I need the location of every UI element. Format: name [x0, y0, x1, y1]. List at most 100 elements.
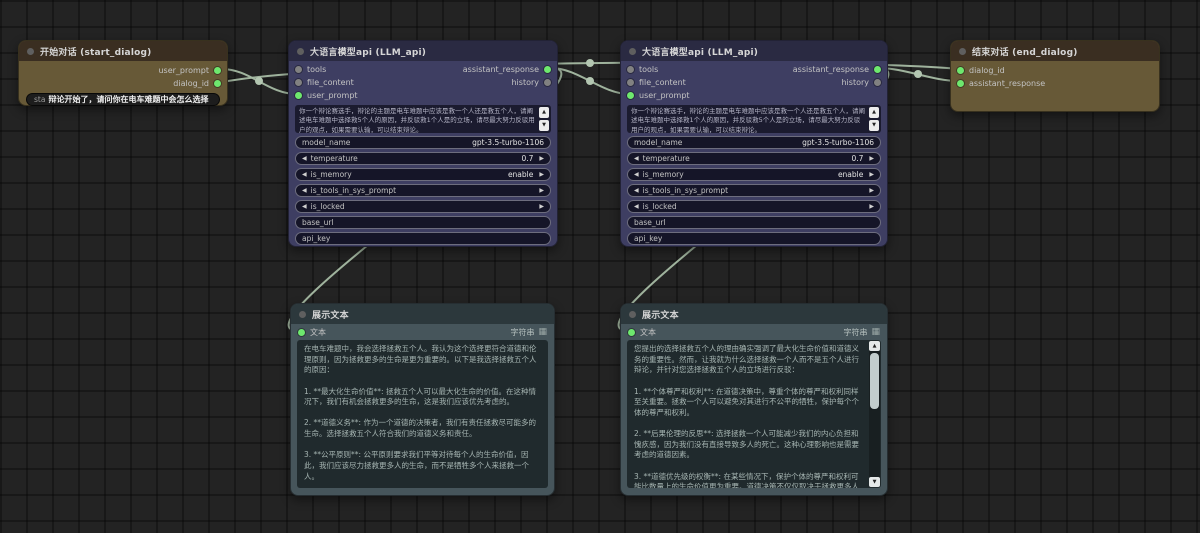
- scroll-down-icon[interactable]: ▼: [869, 120, 879, 131]
- slot-dot[interactable]: [627, 92, 634, 99]
- slot-dot[interactable]: [957, 80, 964, 87]
- slot-label: assistant_response: [969, 79, 1046, 88]
- link-midpoint-dot: [586, 77, 594, 85]
- increment-arrow-icon[interactable]: ▶: [869, 171, 874, 178]
- slot-dot[interactable]: [298, 328, 305, 336]
- input-slot-user-prompt[interactable]: user_prompt: [295, 89, 363, 102]
- collapse-dot-icon[interactable]: [27, 47, 34, 55]
- widget-temperature[interactable]: ◀ temperature 0.7 ▶: [295, 152, 551, 165]
- decrement-arrow-icon[interactable]: ◀: [302, 155, 307, 162]
- decrement-arrow-icon[interactable]: ◀: [634, 171, 639, 178]
- node-header[interactable]: 开始对话 (start_dialog): [19, 41, 227, 61]
- widget-base-url[interactable]: base_url: [295, 216, 551, 229]
- widget-model-name[interactable]: model_name gpt-3.5-turbo-1106: [627, 136, 881, 149]
- node-header[interactable]: 结束对话 (end_dialog): [951, 41, 1159, 61]
- output-slot-assistant-response[interactable]: assistant_response: [463, 63, 551, 76]
- widget-temperature[interactable]: ◀ temperature 0.7 ▶: [627, 152, 881, 165]
- scroll-down-icon[interactable]: ▼: [869, 477, 880, 487]
- decrement-arrow-icon[interactable]: ◀: [634, 187, 639, 194]
- increment-arrow-icon[interactable]: ▶: [869, 155, 874, 162]
- collapse-dot-icon[interactable]: [299, 310, 306, 318]
- output-slot-assistant-response[interactable]: assistant_response: [793, 63, 881, 76]
- output-slot-history[interactable]: history: [841, 76, 881, 89]
- system-prompt-textarea[interactable]: 你一个辩论赛选手，辩论的主题是电车难题中应该是救一个人还是救五个人，请阐述电车难…: [627, 105, 881, 133]
- input-slot-text[interactable]: 文本: [298, 326, 331, 339]
- slot-dot[interactable]: [627, 79, 634, 86]
- widget-is-memory[interactable]: ◀ is_memory enable ▶: [295, 168, 551, 181]
- widget-label: sta: [34, 95, 46, 104]
- increment-arrow-icon[interactable]: ▶: [869, 203, 874, 210]
- node-header[interactable]: 大语言模型api (LLM_api): [289, 41, 557, 61]
- decrement-arrow-icon[interactable]: ◀: [302, 171, 307, 178]
- collapse-dot-icon[interactable]: [629, 47, 636, 55]
- scrollbar-thumb[interactable]: [870, 353, 879, 409]
- slot-dot[interactable]: [295, 79, 302, 86]
- widget-value: 辩论开始了，请问你在电车难题中会怎么选择: [48, 95, 209, 104]
- widget-is-tools-in-sys-prompt[interactable]: ◀ is_tools_in_sys_prompt ▶: [627, 184, 881, 197]
- slot-dot[interactable]: [214, 67, 221, 74]
- widget-is-memory[interactable]: ◀ is_memory enable ▶: [627, 168, 881, 181]
- node-header[interactable]: 大语言模型api (LLM_api): [621, 41, 887, 61]
- node-header[interactable]: 展示文本: [621, 304, 887, 324]
- widget-model-name[interactable]: model_name gpt-3.5-turbo-1106: [295, 136, 551, 149]
- increment-arrow-icon[interactable]: ▶: [539, 187, 544, 194]
- slot-dot[interactable]: [874, 66, 881, 73]
- decrement-arrow-icon[interactable]: ◀: [634, 203, 639, 210]
- output-slot-history[interactable]: history: [511, 76, 551, 89]
- scroll-up-icon[interactable]: ▲: [869, 341, 880, 351]
- decrement-arrow-icon[interactable]: ◀: [634, 155, 639, 162]
- slot-dot[interactable]: [627, 66, 634, 73]
- input-slot-text[interactable]: 文本: [628, 326, 661, 339]
- node-display-text-2[interactable]: 展示文本 文本 字符串 ▦ 您提出的选择拯救五个人的理由确实强调了最大化生命价值…: [620, 303, 888, 496]
- increment-arrow-icon[interactable]: ▶: [539, 203, 544, 210]
- node-llm-api-1[interactable]: 大语言模型api (LLM_api) tools file_content us…: [288, 40, 558, 247]
- widget-api-key[interactable]: api_key: [295, 232, 551, 245]
- decrement-arrow-icon[interactable]: ◀: [302, 187, 307, 194]
- link-midpoint-dot: [255, 77, 263, 85]
- collapse-dot-icon[interactable]: [629, 310, 636, 318]
- node-display-text-1[interactable]: 展示文本 文本 字符串 ▦ 在电车难题中，我会选择拯救五个人。我认为这个选择更符…: [290, 303, 555, 496]
- scroll-up-icon[interactable]: ▲: [869, 107, 879, 118]
- node-header[interactable]: 展示文本: [291, 304, 554, 324]
- widget-is-tools-in-sys-prompt[interactable]: ◀ is_tools_in_sys_prompt ▶: [295, 184, 551, 197]
- node-start-dialog[interactable]: 开始对话 (start_dialog) user_prompt dialog_i…: [18, 40, 228, 106]
- display-text-panel[interactable]: 在电车难题中，我会选择拯救五个人。我认为这个选择更符合道德和伦理原则，因为拯救更…: [297, 340, 548, 488]
- collapse-dot-icon[interactable]: [297, 47, 304, 55]
- input-slot-tools[interactable]: tools: [627, 63, 695, 76]
- input-slot-file-content[interactable]: file_content: [627, 76, 695, 89]
- scroll-up-icon[interactable]: ▲: [539, 107, 549, 118]
- display-text-panel[interactable]: 您提出的选择拯救五个人的理由确实强调了最大化生命价值和道德义务的重要性。然而，让…: [627, 340, 881, 488]
- decrement-arrow-icon[interactable]: ◀: [302, 203, 307, 210]
- slot-dot[interactable]: [214, 80, 221, 87]
- increment-arrow-icon[interactable]: ▶: [869, 187, 874, 194]
- widget-base-url[interactable]: base_url: [627, 216, 881, 229]
- widget-is-locked[interactable]: ◀ is_locked ▶: [295, 200, 551, 213]
- node-llm-api-2[interactable]: 大语言模型api (LLM_api) tools file_content us…: [620, 40, 888, 247]
- widget-is-locked[interactable]: ◀ is_locked ▶: [627, 200, 881, 213]
- scroll-down-icon[interactable]: ▼: [539, 120, 549, 131]
- slot-dot[interactable]: [628, 328, 635, 336]
- slot-dot[interactable]: [544, 79, 551, 86]
- widget-api-key[interactable]: api_key: [627, 232, 881, 245]
- output-slot-dialog-id[interactable]: dialog_id: [173, 77, 221, 90]
- increment-arrow-icon[interactable]: ▶: [539, 171, 544, 178]
- scrollbar-track[interactable]: ▲ ▼: [869, 341, 880, 487]
- slot-dot[interactable]: [874, 79, 881, 86]
- input-slot-user-prompt[interactable]: user_prompt: [627, 89, 695, 102]
- node-graph-canvas[interactable]: 开始对话 (start_dialog) user_prompt dialog_i…: [0, 0, 1200, 533]
- slot-dot[interactable]: [295, 92, 302, 99]
- slot-dot[interactable]: [295, 66, 302, 73]
- slot-dot[interactable]: [957, 67, 964, 74]
- collapse-dot-icon[interactable]: [959, 47, 966, 55]
- input-slot-file-content[interactable]: file_content: [295, 76, 363, 89]
- slot-dot[interactable]: [544, 66, 551, 73]
- start-text-widget[interactable]: sta 辩论开始了，请问你在电车难题中会怎么选择: [26, 93, 220, 106]
- input-slot-assistant-response[interactable]: assistant_response: [957, 77, 1159, 90]
- increment-arrow-icon[interactable]: ▶: [539, 155, 544, 162]
- output-slot-user-prompt[interactable]: user_prompt: [158, 64, 221, 77]
- input-slot-tools[interactable]: tools: [295, 63, 363, 76]
- node-title: 展示文本: [642, 310, 679, 321]
- node-end-dialog[interactable]: 结束对话 (end_dialog) dialog_id assistant_re…: [950, 40, 1160, 112]
- input-slot-dialog-id[interactable]: dialog_id: [957, 64, 1159, 77]
- system-prompt-textarea[interactable]: 你一个辩论赛选手，辩论的主题是电车难题中应该是救一个人还是救五个人，请阐述电车难…: [295, 105, 551, 133]
